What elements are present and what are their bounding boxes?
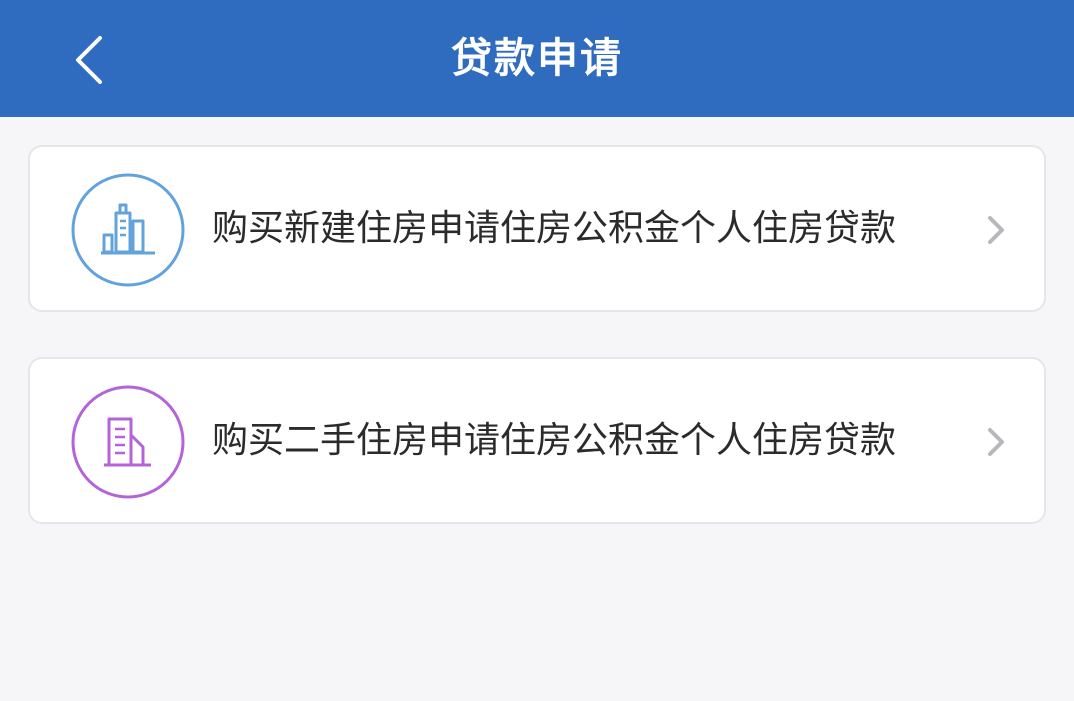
loan-option-second-hand-house[interactable]: 购买二手住房申请住房公积金个人住房贷款	[28, 357, 1046, 524]
chevron-left-icon	[76, 36, 102, 84]
option-label: 购买二手住房申请住房公积金个人住房贷款	[212, 420, 897, 461]
option-label: 购买新建住房申请住房公积金个人住房贷款	[212, 208, 897, 249]
new-building-icon	[71, 173, 185, 287]
page-title: 贷款申请	[451, 34, 623, 82]
loan-option-new-house[interactable]: 购买新建住房申请住房公积金个人住房贷款	[28, 145, 1046, 312]
nav-bar: 贷款申请	[0, 0, 1074, 117]
chevron-right-icon	[984, 426, 1008, 458]
chevron-right-icon	[984, 214, 1008, 246]
back-button[interactable]	[62, 30, 118, 90]
second-hand-building-icon	[71, 385, 185, 499]
